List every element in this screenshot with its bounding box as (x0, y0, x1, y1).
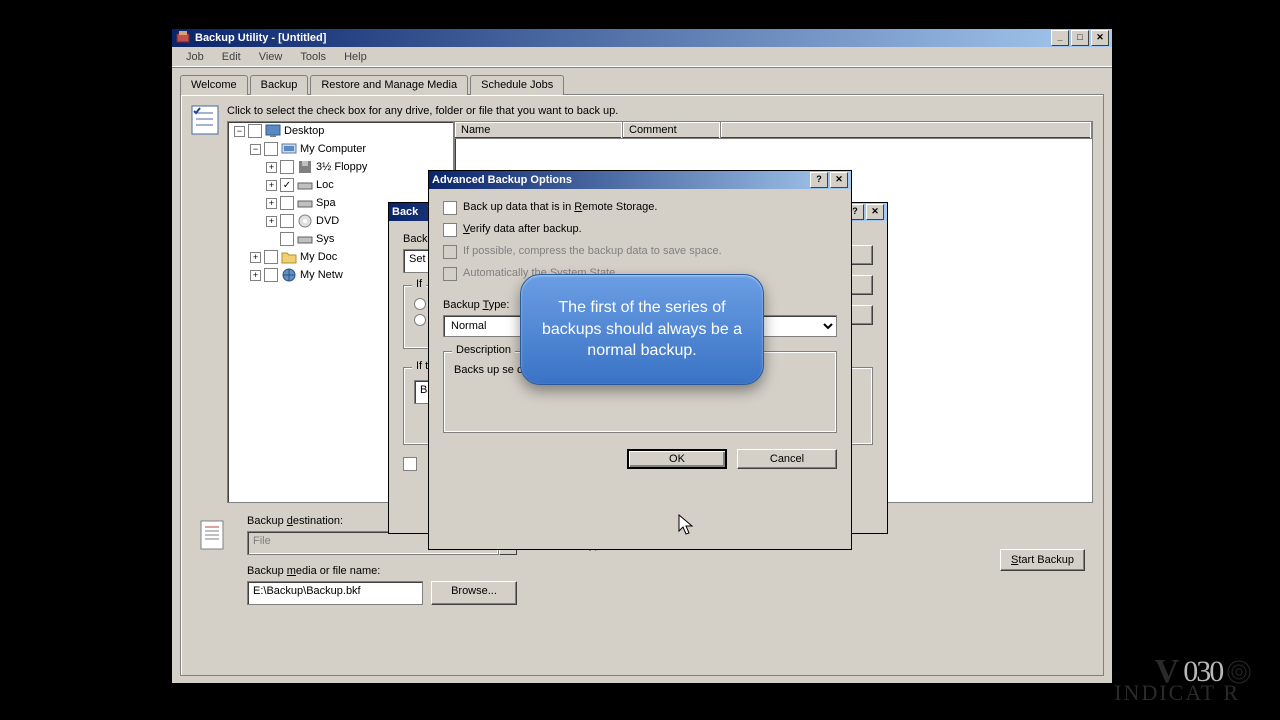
tree-floppy[interactable]: 3½ Floppy (316, 161, 367, 173)
tree-my-doc[interactable]: My Doc (300, 251, 337, 263)
opt-compress: If possible, compress the backup data to… (463, 245, 722, 257)
checkbox[interactable] (443, 201, 457, 215)
expander-icon[interactable]: + (250, 252, 261, 263)
tree-dvd[interactable]: DVD (316, 215, 339, 227)
tree-loc[interactable]: Loc (316, 179, 334, 191)
description-legend: Description (452, 344, 515, 356)
checkbox[interactable] (280, 196, 294, 210)
minimize-button[interactable]: _ (1051, 30, 1069, 46)
col-comment[interactable]: Comment (623, 122, 721, 138)
tree-my-net[interactable]: My Netw (300, 269, 343, 281)
dvd-icon (297, 213, 313, 229)
document-icon (199, 519, 227, 605)
checklist-icon (191, 105, 219, 135)
app-icon (175, 30, 191, 46)
checkbox (443, 267, 457, 281)
expander-icon[interactable]: + (250, 270, 261, 281)
media-label: Backup media or file name: (247, 565, 517, 577)
tab-restore[interactable]: Restore and Manage Media (310, 75, 468, 95)
menu-tools[interactable]: Tools (292, 49, 334, 65)
checkbox[interactable] (443, 223, 457, 237)
floppy-icon (297, 159, 313, 175)
close-button[interactable]: ✕ (830, 172, 848, 188)
tab-welcome[interactable]: Welcome (180, 75, 248, 95)
tree-desktop[interactable]: Desktop (284, 125, 324, 137)
tab-backup[interactable]: Backup (250, 75, 309, 95)
network-icon (281, 267, 297, 283)
close-button[interactable]: ✕ (866, 204, 884, 220)
checkbox[interactable] (403, 457, 417, 471)
col-blank (721, 122, 1092, 138)
expander-icon[interactable]: + (266, 162, 277, 173)
window-title: Backup Utility - [Untitled] (195, 32, 326, 44)
checkbox[interactable] (280, 214, 294, 228)
menu-view[interactable]: View (251, 49, 291, 65)
drive-icon (297, 195, 313, 211)
close-button[interactable]: ✕ (1091, 30, 1109, 46)
main-titlebar[interactable]: Backup Utility - [Untitled] _ □ ✕ (172, 29, 1112, 47)
radio-icon[interactable] (414, 314, 426, 326)
inner-title: Back (392, 206, 418, 218)
drive-icon (297, 231, 313, 247)
start-backup-button[interactable]: Start Backup (1000, 549, 1085, 571)
expander-icon[interactable]: − (250, 144, 261, 155)
col-name[interactable]: Name (455, 122, 623, 138)
menu-job[interactable]: Job (178, 49, 212, 65)
checkbox[interactable]: ✓ (280, 178, 294, 192)
opt-remote-storage: Back up data that is in Remote Storage. (463, 201, 657, 213)
media-field[interactable]: E:\Backup\Backup.bkf (247, 581, 423, 605)
drive-icon (297, 177, 313, 193)
checkbox[interactable] (280, 232, 294, 246)
menu-help[interactable]: Help (336, 49, 375, 65)
computer-icon (281, 141, 297, 157)
tree-sys[interactable]: Sys (316, 233, 334, 245)
tabstrip: Welcome Backup Restore and Manage Media … (180, 74, 1104, 94)
checkbox[interactable] (280, 160, 294, 174)
dialog-title: Advanced Backup Options (432, 174, 572, 186)
expander-icon[interactable]: + (266, 216, 277, 227)
expander-icon[interactable]: + (266, 180, 277, 191)
checkbox[interactable] (248, 124, 262, 138)
checkbox[interactable] (264, 142, 278, 156)
checkbox[interactable] (264, 250, 278, 264)
browse-button[interactable]: Browse... (431, 581, 517, 605)
ok-button[interactable]: OK (627, 449, 727, 469)
tree-spa[interactable]: Spa (316, 197, 336, 209)
radio-icon[interactable] (414, 298, 426, 310)
menu-edit[interactable]: Edit (214, 49, 249, 65)
inner-if-legend: If (412, 278, 426, 290)
dialog-titlebar[interactable]: Advanced Backup Options ? ✕ (429, 171, 851, 189)
expander-icon[interactable]: + (266, 198, 277, 209)
expander-icon[interactable]: − (234, 126, 245, 137)
checkbox (443, 245, 457, 259)
menubar: Job Edit View Tools Help (172, 47, 1112, 68)
tab-schedule[interactable]: Schedule Jobs (470, 75, 564, 95)
info-tooltip: The first of the series of backups shoul… (520, 274, 764, 385)
folder-icon (281, 249, 297, 265)
opt-verify: Verify data after backup. (463, 223, 582, 235)
desktop-icon (265, 123, 281, 139)
maximize-button[interactable]: □ (1071, 30, 1089, 46)
help-button[interactable]: ? (810, 172, 828, 188)
checkbox[interactable] (264, 268, 278, 282)
cancel-button[interactable]: Cancel (737, 449, 837, 469)
tree-computer[interactable]: My Computer (300, 143, 366, 155)
watermark: V 030 INDICAT R (1155, 650, 1240, 694)
instruction-text: Click to select the check box for any dr… (227, 105, 1093, 117)
